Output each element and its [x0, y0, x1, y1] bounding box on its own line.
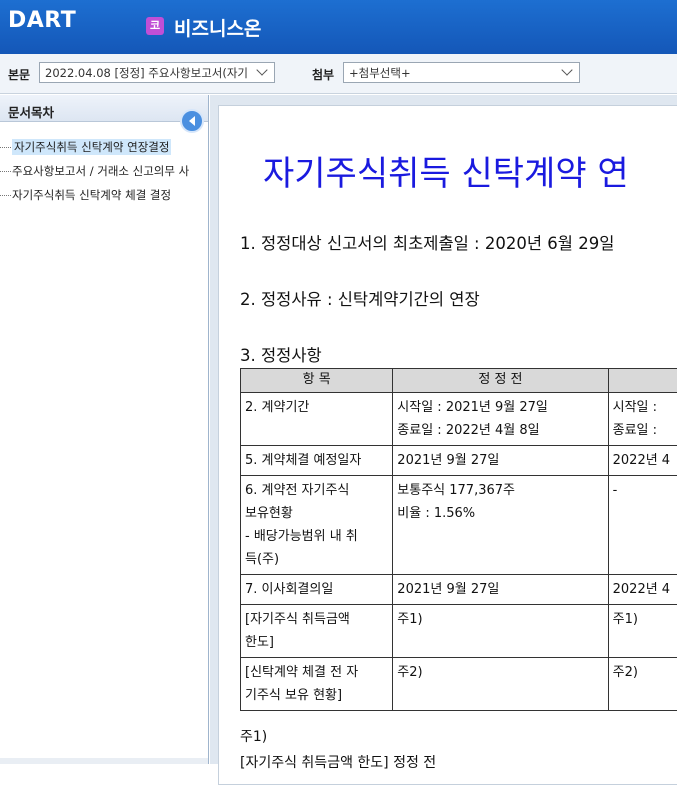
table-cell: [자기주식 취득금액한도]	[241, 605, 393, 658]
table-row: [신탁계약 체결 전 자기주식 보유 현황] 주2) 주2)	[241, 658, 677, 711]
table-cell: 주1)	[393, 605, 608, 658]
paragraph-correction-items: 3. 정정사항	[240, 342, 322, 366]
table-cell: 2022년 4	[608, 446, 677, 476]
table-row: 6. 계약전 자기주식보유현황- 배당가능범위 내 취득(주) 보통주식 177…	[241, 476, 677, 575]
chevron-down-icon	[560, 65, 574, 79]
table-row: [자기주식 취득금액한도] 주1) 주1)	[241, 605, 677, 658]
column-header-after	[608, 369, 677, 393]
app-header: DART 코 비즈니스온	[0, 0, 677, 54]
table-cell: [신탁계약 체결 전 자기주식 보유 현황]	[241, 658, 393, 711]
correction-table: 항 목 정 정 전 2. 계약기간 시작일 : 2021년 9월 27일종료일 …	[240, 368, 677, 711]
footnote-text: [자기주식 취득금액 한도] 정정 전	[240, 752, 436, 772]
toc-item-contract-decision[interactable]: 자기주식취득 신탁계약 체결 결정	[0, 184, 208, 208]
table-cell: 주1)	[608, 605, 677, 658]
table-cell: 2022년 4	[608, 575, 677, 605]
toc-item-major-report[interactable]: 주요사항보고서 / 거래소 신고의무 사	[0, 160, 208, 184]
table-cell: -	[608, 476, 677, 575]
table-cell: 2021년 9월 27일	[393, 575, 608, 605]
table-header-row: 항 목 정 정 전	[241, 369, 677, 393]
company-badge-icon: 코	[146, 17, 164, 35]
footnote-label: 주1)	[240, 726, 267, 746]
attachment-select[interactable]: +첨부선택+	[343, 62, 580, 83]
column-header-before: 정 정 전	[393, 369, 608, 393]
document-title: 자기주식취득 신탁계약 연	[263, 146, 629, 195]
table-of-contents-panel: 문서목차 자기주식취득 신탁계약 연장결정 주요사항보고서 / 거래소 신고의무…	[0, 95, 209, 764]
table-cell: 시작일 :종료일 :	[608, 393, 677, 446]
table-cell: 주2)	[608, 658, 677, 711]
table-cell: 6. 계약전 자기주식보유현황- 배당가능범위 내 취득(주)	[241, 476, 393, 575]
collapse-sidebar-icon[interactable]	[180, 109, 204, 133]
paragraph-correction-reason: 2. 정정사유 : 신탁계약기간의 연장	[240, 286, 480, 310]
document-page: 자기주식취득 신탁계약 연 1. 정정대상 신고서의 최초제출일 : 2020년…	[218, 105, 677, 785]
attachment-select-value: +첨부선택+	[349, 66, 411, 80]
chevron-down-icon	[255, 65, 269, 79]
table-row: 7. 이사회결의일 2021년 9월 27일 2022년 4	[241, 575, 677, 605]
attachment-label: 첨부	[312, 66, 334, 83]
company-name: 비즈니스온	[174, 14, 261, 41]
table-cell: 주2)	[393, 658, 608, 711]
table-cell: 5. 계약체결 예정일자	[241, 446, 393, 476]
toc-item-extension-decision[interactable]: 자기주식취득 신탁계약 연장결정	[0, 136, 208, 160]
document-toolbar: 본문 2022.04.08 [정정] 주요사항보고서(자기 첨부 +첨부선택+	[0, 54, 677, 94]
toc-header: 문서목차	[0, 95, 208, 122]
table-row: 5. 계약체결 예정일자 2021년 9월 27일 2022년 4	[241, 446, 677, 476]
table-row: 2. 계약기간 시작일 : 2021년 9월 27일종료일 : 2022년 4월…	[241, 393, 677, 446]
table-cell: 7. 이사회결의일	[241, 575, 393, 605]
sidebar-horizontal-scrollbar[interactable]	[0, 758, 208, 764]
table-cell: 보통주식 177,367주비율 : 1.56%	[393, 476, 608, 575]
toc-list: 자기주식취득 신탁계약 연장결정 주요사항보고서 / 거래소 신고의무 사 자기…	[0, 136, 208, 208]
column-header-item: 항 목	[241, 369, 393, 393]
table-cell: 2021년 9월 27일	[393, 446, 608, 476]
main-doc-select[interactable]: 2022.04.08 [정정] 주요사항보고서(자기	[39, 62, 275, 83]
table-cell: 2. 계약기간	[241, 393, 393, 446]
table-cell: 시작일 : 2021년 9월 27일종료일 : 2022년 4월 8일	[393, 393, 608, 446]
paragraph-initial-filing-date: 1. 정정대상 신고서의 최초제출일 : 2020년 6월 29일	[240, 230, 614, 254]
document-viewer: 자기주식취득 신탁계약 연 1. 정정대상 신고서의 최초제출일 : 2020년…	[210, 95, 677, 764]
main-doc-label: 본문	[8, 66, 30, 83]
dart-logo[interactable]: DART	[8, 8, 76, 33]
main-doc-select-value: 2022.04.08 [정정] 주요사항보고서(자기	[45, 66, 248, 80]
toc-title: 문서목차	[8, 102, 54, 121]
